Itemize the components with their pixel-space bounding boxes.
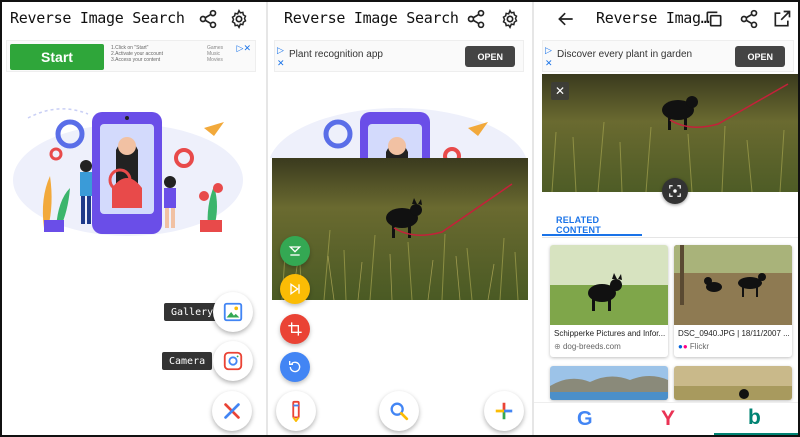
result-card[interactable]: Schipperke Pictures and Infor... ⊕ dog-b… [550, 245, 668, 357]
crop-icon [287, 321, 303, 337]
tab-divider [542, 237, 798, 238]
copy-icon[interactable] [702, 7, 726, 31]
settings-icon[interactable] [227, 7, 251, 31]
search-engine-bar: G Y b [534, 402, 798, 435]
edit-icon [285, 400, 307, 422]
settings-icon[interactable] [498, 7, 522, 31]
app-bar: Reverse Image Search [2, 2, 266, 36]
flip-icon [287, 243, 303, 259]
ad-open-button[interactable]: OPEN [465, 46, 515, 67]
hero-illustration [8, 88, 258, 240]
ad-choices-icon[interactable]: ▷✕ [237, 43, 251, 54]
ad-banner[interactable]: ▷ ✕ Plant recognition app OPEN [274, 40, 524, 72]
share-icon[interactable] [464, 7, 488, 31]
app-bar: Reverse Imag… [534, 2, 798, 36]
ad-start-button[interactable]: Start [10, 44, 104, 70]
share-icon[interactable] [196, 7, 220, 31]
ad-choices-icon[interactable]: ▷ [277, 45, 284, 56]
app-title: Reverse Imag… [596, 9, 710, 27]
add-icon [493, 400, 515, 422]
close-photo-button[interactable]: ✕ [551, 82, 569, 100]
close-menu-button[interactable] [212, 391, 252, 431]
close-icon: ✕ [554, 84, 566, 98]
flip-button[interactable] [280, 236, 310, 266]
hero-illustration [268, 88, 532, 158]
skip-icon [287, 281, 303, 297]
active-engine-indicator [714, 433, 798, 435]
add-button[interactable] [484, 391, 524, 431]
globe-icon: ⊕ [554, 342, 561, 351]
ad-close-icon[interactable]: ✕ [545, 58, 553, 69]
ad-open-button[interactable]: OPEN [735, 46, 785, 67]
result-thumbnail [674, 366, 792, 400]
result-caption: DSC_0940.JPG | 18/11/2007 ... [678, 329, 790, 338]
lens-scan-button[interactable] [662, 178, 688, 204]
result-caption: Schipperke Pictures and Infor... [554, 329, 666, 338]
yandex-engine-tab[interactable]: Y [661, 407, 675, 431]
skip-button[interactable] [280, 274, 310, 304]
ad-banner[interactable]: Start 1.Click on "Start" 2.Activate your… [6, 40, 256, 72]
result-source: ⊕ dog-breeds.com [554, 342, 621, 351]
ad-categories: Games Music Movies [207, 45, 224, 63]
rotate-icon [287, 359, 303, 375]
close-icon [221, 400, 243, 422]
google-engine-tab[interactable]: G [577, 408, 593, 431]
screen-home: Reverse Image Search Start 1.Click on "S… [2, 2, 266, 435]
result-thumbnail [550, 366, 668, 400]
ad-steps: 1.Click on "Start" 2.Activate your accou… [111, 45, 163, 63]
camera-button[interactable] [213, 341, 253, 381]
result-card[interactable]: DSC_0940.JPG | 18/11/2007 ... ●● Flickr [674, 245, 792, 357]
share-icon[interactable] [737, 7, 761, 31]
selected-photo[interactable] [272, 158, 528, 300]
result-thumbnail [674, 245, 792, 325]
bing-engine-tab[interactable]: b [748, 406, 761, 430]
open-external-icon[interactable] [770, 7, 794, 31]
app-title: Reverse Image Search [10, 9, 185, 27]
screen-editor: Reverse Image Search ▷ ✕ Plant recogniti… [268, 2, 532, 435]
crop-button[interactable] [280, 314, 310, 344]
gallery-label[interactable]: Gallery [164, 303, 221, 321]
back-arrow-icon[interactable] [554, 7, 578, 31]
result-source: ●● Flickr [678, 342, 710, 351]
camera-label[interactable]: Camera [162, 352, 213, 370]
lens-scan-icon [668, 184, 682, 198]
edit-button[interactable] [276, 391, 316, 431]
ad-close-icon[interactable]: ✕ [277, 58, 285, 69]
ad-text: Discover every plant in garden [557, 49, 693, 60]
ad-choices-icon[interactable]: ▷ [545, 45, 552, 56]
search-button[interactable] [379, 391, 419, 431]
camera-icon [222, 350, 244, 372]
result-card[interactable] [550, 366, 668, 400]
ad-text: Plant recognition app [289, 49, 383, 60]
query-photo [542, 74, 798, 192]
search-icon [388, 400, 410, 422]
gallery-icon [222, 301, 244, 323]
screen-results: Reverse Imag… ▷ ✕ Discover every plant i… [534, 2, 798, 435]
flickr-icon: ●● [678, 342, 688, 351]
result-card[interactable] [674, 366, 792, 400]
result-thumbnail [550, 245, 668, 325]
gallery-button[interactable] [213, 292, 253, 332]
app-bar: Reverse Image Search [268, 2, 532, 36]
tab-label: RELATED CONTENT [556, 215, 601, 235]
rotate-button[interactable] [280, 352, 310, 382]
ad-banner[interactable]: ▷ ✕ Discover every plant in garden OPEN [542, 40, 794, 72]
tab-related-content[interactable]: RELATED CONTENT [542, 206, 642, 236]
app-title: Reverse Image Search [284, 9, 459, 27]
